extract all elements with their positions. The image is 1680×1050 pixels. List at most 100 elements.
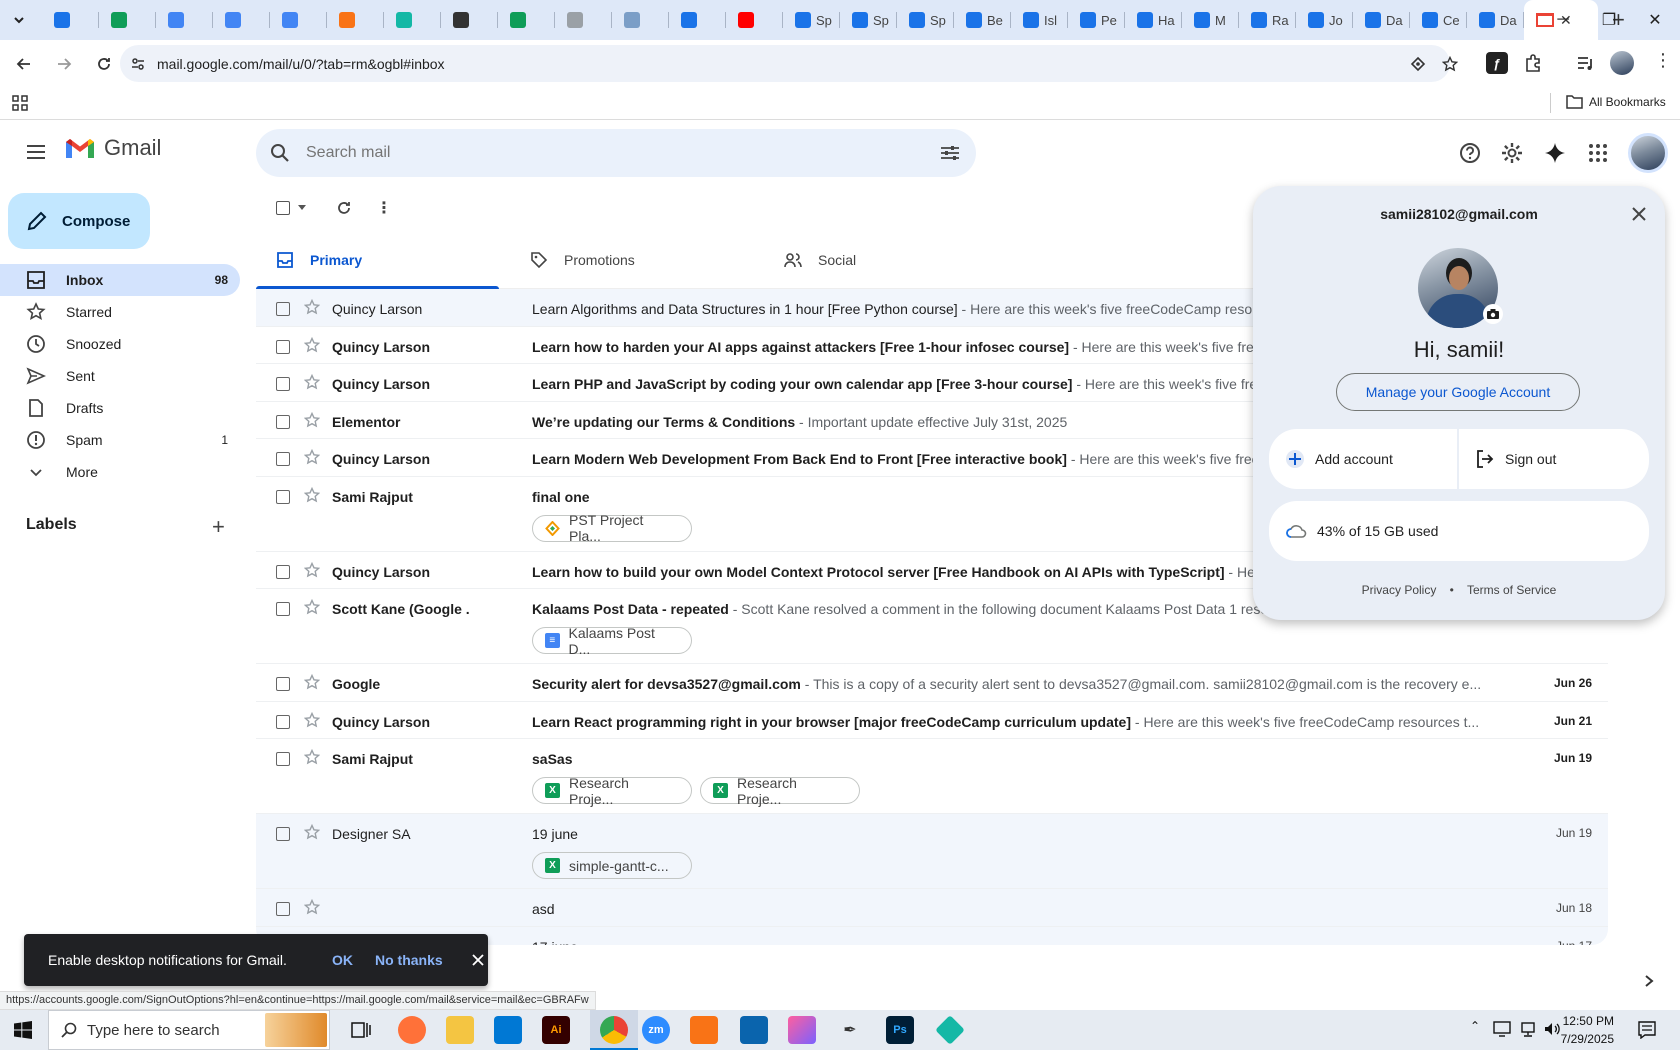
email-row[interactable]: Sami Rajput saSas Jun 19 X Research Proje...… — [256, 739, 1608, 814]
attachment-chip[interactable]: Xsimple-gantt-c... — [532, 852, 692, 879]
browser-tab[interactable] — [441, 0, 498, 40]
star-icon[interactable] — [304, 336, 320, 353]
star-icon[interactable] — [304, 486, 320, 503]
media-control-icon[interactable] — [1575, 53, 1595, 73]
browser-tab[interactable]: Sp — [840, 0, 897, 40]
address-bar[interactable]: mail.google.com/mail/u/0/?tab=rm&ogbl#in… — [120, 45, 1458, 82]
add-label-button[interactable]: + — [212, 516, 225, 538]
illustrator-taskbar-icon[interactable]: Ai — [542, 1016, 570, 1044]
star-icon[interactable] — [304, 299, 320, 315]
file-explorer-taskbar-icon[interactable] — [446, 1016, 474, 1044]
star-icon[interactable] — [304, 449, 320, 465]
browser-tab[interactable]: Isl — [1011, 0, 1068, 40]
email-row[interactable]: Google Security alert for devsa3527@gmail… — [256, 664, 1608, 702]
google-apps-icon[interactable] — [1588, 143, 1608, 163]
all-bookmarks-button[interactable]: All Bookmarks — [1566, 94, 1666, 109]
star-icon[interactable] — [304, 599, 320, 615]
sign-out-button[interactable]: Sign out — [1459, 429, 1649, 489]
browser-tab[interactable] — [327, 0, 384, 40]
browser-tab[interactable]: Sp — [783, 0, 840, 40]
email-select-checkbox[interactable] — [276, 714, 290, 729]
photoshop-taskbar-icon[interactable]: Ps — [886, 1016, 914, 1044]
outlook-taskbar-icon[interactable] — [740, 1016, 768, 1044]
tab-search-button[interactable] — [6, 7, 32, 33]
sidebar-item-drafts[interactable]: Drafts — [0, 392, 240, 424]
pen-taskbar-icon[interactable]: ✒ — [836, 1016, 864, 1044]
notifications-icon[interactable] — [1638, 1021, 1656, 1039]
gmail-logo[interactable]: Gmail — [64, 135, 161, 161]
task-view-icon[interactable] — [351, 1020, 371, 1040]
tray-device-icon[interactable] — [1493, 1021, 1511, 1037]
email-select-checkbox[interactable] — [276, 339, 290, 354]
app-taskbar-icon[interactable] — [788, 1016, 816, 1044]
help-icon[interactable] — [1459, 142, 1481, 164]
star-icon[interactable] — [304, 674, 320, 690]
reload-button[interactable] — [86, 46, 122, 82]
browser-tab[interactable]: Jo — [1296, 0, 1353, 40]
app-taskbar-icon[interactable] — [690, 1016, 718, 1044]
browser-tab[interactable] — [270, 0, 327, 40]
storage-usage-button[interactable]: 43% of 15 GB used — [1269, 501, 1649, 561]
browser-tab[interactable] — [612, 0, 669, 40]
browser-tab[interactable]: Ce — [1410, 0, 1467, 40]
star-icon[interactable] — [304, 411, 320, 428]
minimize-button[interactable]: ─ — [1540, 0, 1586, 40]
compose-button[interactable]: Compose — [8, 193, 150, 249]
settings-gear-icon[interactable] — [1501, 142, 1523, 164]
sidebar-item-snoozed[interactable]: Snoozed — [0, 328, 240, 360]
main-menu-icon[interactable] — [26, 144, 46, 160]
window-close-button[interactable]: ✕ — [1632, 0, 1678, 40]
browser-tab[interactable]: Sp — [897, 0, 954, 40]
browser-tab[interactable]: Da — [1353, 0, 1410, 40]
attachment-chip[interactable]: ≡ Kalaams Post D... — [532, 625, 692, 657]
email-row[interactable]: asd Jun 18 — [256, 889, 1608, 927]
email-select-checkbox[interactable] — [276, 602, 290, 616]
system-tray-chevron-icon[interactable]: ⌃ — [1470, 1019, 1480, 1033]
star-icon[interactable] — [304, 749, 320, 765]
snackbar-no-thanks-button[interactable]: No thanks — [375, 952, 443, 968]
search-options-icon[interactable] — [940, 143, 960, 163]
select-all-checkbox[interactable] — [276, 201, 306, 215]
browser-tab[interactable] — [498, 0, 555, 40]
browser-tab[interactable]: Ha — [1125, 0, 1182, 40]
email-row[interactable]: Designer SA 19 june Jun 19 Xsimple-gantt-c.… — [256, 814, 1608, 889]
star-icon[interactable] — [304, 711, 320, 728]
privacy-policy-link[interactable]: Privacy Policy — [1362, 583, 1437, 597]
star-icon[interactable] — [304, 561, 320, 578]
star-icon[interactable] — [304, 824, 320, 840]
email-select-checkbox[interactable] — [276, 377, 290, 391]
browser-tab[interactable] — [726, 0, 783, 40]
email-row[interactable]: Quincy Larson Learn React programming rig… — [256, 701, 1608, 739]
extensions-puzzle-icon[interactable] — [1523, 53, 1543, 73]
chevron-right-icon[interactable] — [1643, 974, 1655, 988]
close-icon[interactable] — [471, 953, 485, 967]
email-select-checkbox[interactable] — [276, 452, 290, 466]
star-icon[interactable] — [304, 374, 320, 390]
attachment-chip[interactable]: PST Project Pla... — [532, 512, 692, 544]
forward-button[interactable] — [46, 46, 82, 82]
email-select-checkbox[interactable] — [276, 489, 290, 504]
sidebar-item-spam[interactable]: Spam 1 — [0, 424, 240, 456]
email-select-checkbox[interactable] — [276, 677, 290, 691]
refresh-icon[interactable] — [336, 200, 352, 216]
vscode-taskbar-icon[interactable] — [494, 1016, 522, 1044]
gemini-sparkle-icon[interactable] — [1544, 142, 1566, 164]
email-select-checkbox[interactable] — [276, 564, 290, 579]
profile-avatar[interactable] — [1610, 51, 1634, 75]
maximize-button[interactable]: ❐ — [1586, 0, 1632, 40]
browser-tab[interactable]: M — [1182, 0, 1239, 40]
change-photo-button[interactable] — [1483, 304, 1503, 324]
windows-start-icon[interactable] — [14, 1021, 32, 1039]
account-avatar-button[interactable] — [1628, 133, 1668, 173]
manage-account-button[interactable]: Manage your Google Account — [1336, 373, 1580, 411]
tab-primary[interactable]: Primary — [256, 231, 510, 289]
sidebar-item-more[interactable]: More — [0, 456, 240, 488]
taskbar-search-box[interactable]: Type here to search — [48, 1010, 330, 1050]
search-input[interactable] — [306, 144, 866, 162]
back-button[interactable] — [6, 46, 42, 82]
email-select-checkbox[interactable] — [276, 302, 290, 316]
chrome-taskbar-active[interactable] — [590, 1010, 638, 1050]
browser-tab[interactable] — [669, 0, 726, 40]
browser-tab[interactable] — [213, 0, 270, 40]
terms-of-service-link[interactable]: Terms of Service — [1467, 583, 1556, 597]
